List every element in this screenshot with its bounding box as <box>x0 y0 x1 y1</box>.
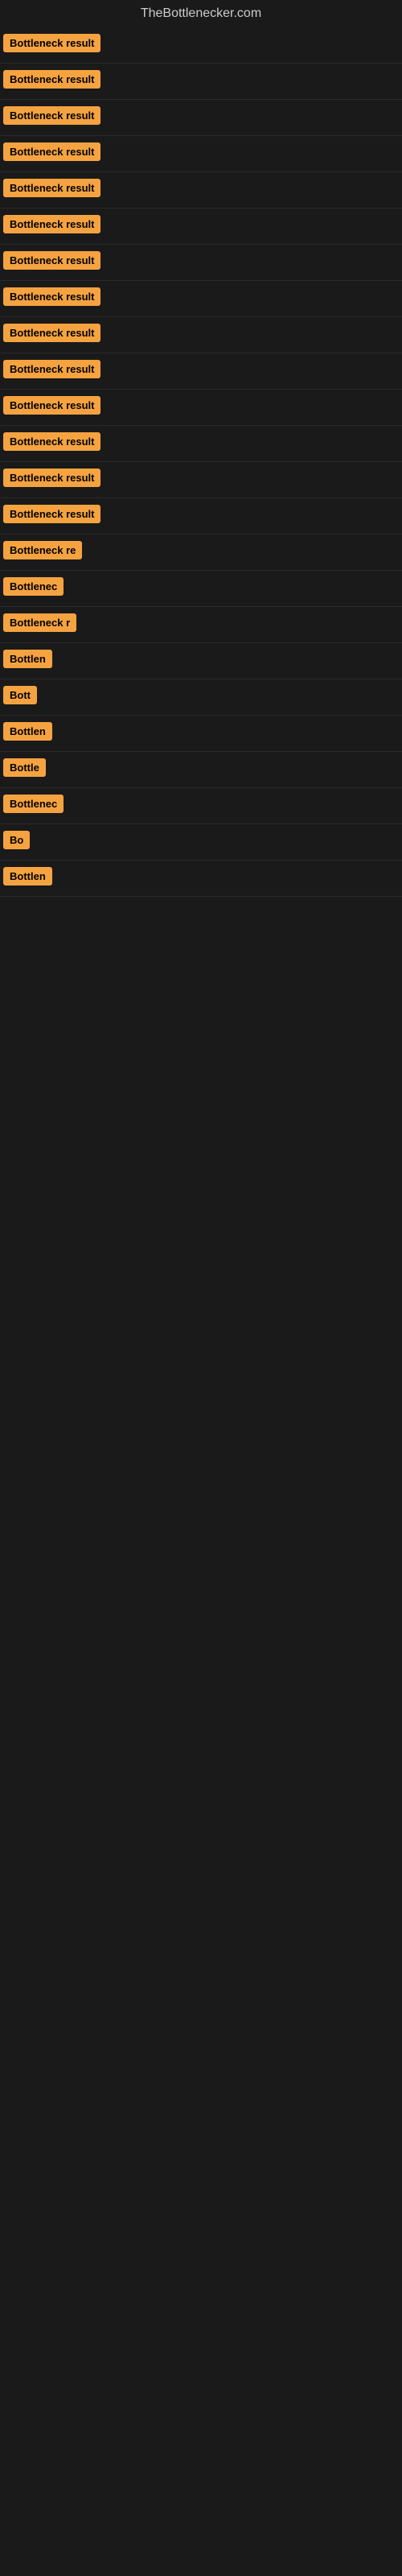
bottleneck-badge-2[interactable]: Bottleneck result <box>3 70 100 89</box>
bottleneck-badge-21[interactable]: Bottle <box>3 758 46 777</box>
bottleneck-badge-5[interactable]: Bottleneck result <box>3 179 100 197</box>
result-row-16: Bottlenec <box>0 571 402 607</box>
bottleneck-badge-4[interactable]: Bottleneck result <box>3 142 100 161</box>
bottleneck-badge-15[interactable]: Bottleneck re <box>3 541 82 559</box>
result-row-19: Bott <box>0 679 402 716</box>
bottleneck-badge-24[interactable]: Bottlen <box>3 867 52 886</box>
result-row-23: Bo <box>0 824 402 861</box>
bottleneck-badge-1[interactable]: Bottleneck result <box>3 34 100 52</box>
bottleneck-badge-8[interactable]: Bottleneck result <box>3 287 100 306</box>
result-row-14: Bottleneck result <box>0 498 402 535</box>
result-row-2: Bottleneck result <box>0 64 402 100</box>
bottleneck-badge-6[interactable]: Bottleneck result <box>3 215 100 233</box>
result-row-15: Bottleneck re <box>0 535 402 571</box>
result-row-7: Bottleneck result <box>0 245 402 281</box>
result-row-5: Bottleneck result <box>0 172 402 208</box>
bottleneck-badge-3[interactable]: Bottleneck result <box>3 106 100 125</box>
result-row-8: Bottleneck result <box>0 281 402 317</box>
result-row-11: Bottleneck result <box>0 390 402 426</box>
bottleneck-badge-12[interactable]: Bottleneck result <box>3 432 100 451</box>
bottleneck-badge-18[interactable]: Bottlen <box>3 650 52 668</box>
result-row-17: Bottleneck r <box>0 607 402 643</box>
bottleneck-badge-14[interactable]: Bottleneck result <box>3 505 100 523</box>
result-row-6: Bottleneck result <box>0 208 402 245</box>
bottleneck-badge-19[interactable]: Bott <box>3 686 37 704</box>
result-row-4: Bottleneck result <box>0 136 402 172</box>
result-row-1: Bottleneck result <box>0 27 402 64</box>
bottleneck-badge-16[interactable]: Bottlenec <box>3 577 64 596</box>
bottleneck-badge-17[interactable]: Bottleneck r <box>3 613 76 632</box>
site-title: TheBottlenecker.com <box>0 0 402 27</box>
bottleneck-badge-13[interactable]: Bottleneck result <box>3 469 100 487</box>
result-row-18: Bottlen <box>0 643 402 679</box>
result-row-21: Bottle <box>0 752 402 788</box>
result-row-22: Bottlenec <box>0 788 402 824</box>
bottleneck-badge-22[interactable]: Bottlenec <box>3 795 64 813</box>
bottleneck-badge-11[interactable]: Bottleneck result <box>3 396 100 415</box>
result-row-9: Bottleneck result <box>0 317 402 353</box>
result-row-12: Bottleneck result <box>0 426 402 462</box>
result-row-13: Bottleneck result <box>0 462 402 498</box>
bottleneck-badge-10[interactable]: Bottleneck result <box>3 360 100 378</box>
bottleneck-badge-23[interactable]: Bo <box>3 831 30 849</box>
bottleneck-badge-9[interactable]: Bottleneck result <box>3 324 100 342</box>
result-row-24: Bottlen <box>0 861 402 897</box>
result-row-3: Bottleneck result <box>0 100 402 136</box>
results-container: Bottleneck result Bottleneck result Bottle… <box>0 27 402 897</box>
result-row-10: Bottleneck result <box>0 353 402 390</box>
bottleneck-badge-20[interactable]: Bottlen <box>3 722 52 741</box>
bottleneck-badge-7[interactable]: Bottleneck result <box>3 251 100 270</box>
result-row-20: Bottlen <box>0 716 402 752</box>
